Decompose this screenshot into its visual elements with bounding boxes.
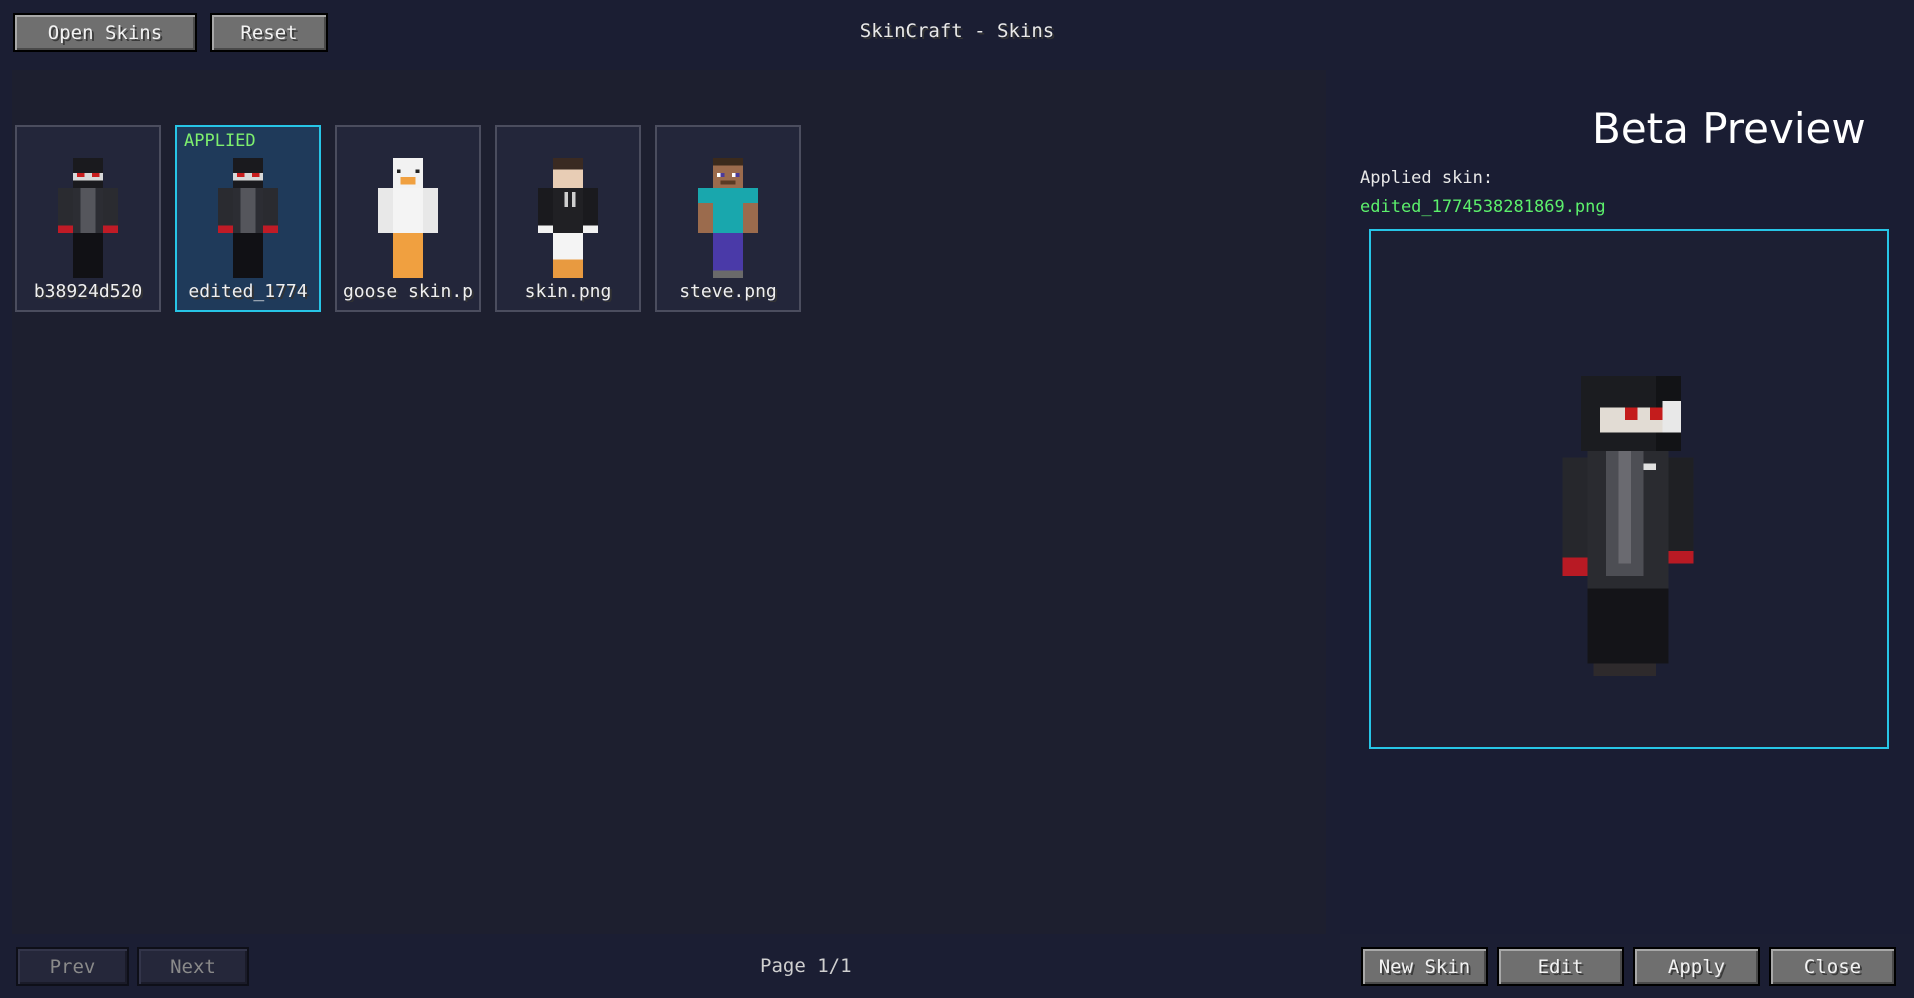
skin-tile-name: goose skin.p xyxy=(342,281,474,302)
skin-tile[interactable]: steve.png xyxy=(655,125,801,312)
next-page-button[interactable]: Next xyxy=(137,947,249,986)
edit-button[interactable]: Edit xyxy=(1497,947,1624,986)
skin-tile-name: skin.png xyxy=(524,281,612,302)
skin-tile-name: steve.png xyxy=(679,281,777,302)
prev-page-button[interactable]: Prev xyxy=(16,947,129,986)
skin-tile[interactable]: b38924d520 xyxy=(15,125,161,312)
skin-preview-model xyxy=(1562,376,1694,676)
window-title: SkinCraft - Skins xyxy=(859,20,1055,42)
page-indicator: Page 1/1 xyxy=(760,955,852,977)
skin-thumbnail xyxy=(698,158,758,278)
preview-heading: Beta Preview xyxy=(1592,104,1866,153)
close-button[interactable]: Close xyxy=(1769,947,1896,986)
skin-thumbnail xyxy=(58,158,118,278)
applied-badge: APPLIED xyxy=(184,131,256,151)
skin-thumbnail xyxy=(218,158,278,278)
skin-tile[interactable]: goose skin.p xyxy=(335,125,481,312)
skin-tile-applied[interactable]: APPLIED edited_1774 xyxy=(175,125,321,312)
skin-tile-name: b38924d520 xyxy=(33,281,143,302)
new-skin-button[interactable]: New Skin xyxy=(1361,947,1488,986)
skin-thumbnail xyxy=(378,158,438,278)
skin-thumbnail xyxy=(538,158,598,278)
skin-tile[interactable]: skin.png xyxy=(495,125,641,312)
applied-skin-filename: edited_1774538281869.png xyxy=(1360,197,1606,217)
apply-button[interactable]: Apply xyxy=(1633,947,1760,986)
skin-tile-name: edited_1774 xyxy=(188,281,308,302)
skin-3d-preview[interactable] xyxy=(1369,229,1889,749)
applied-skin-label: Applied skin: xyxy=(1360,168,1494,188)
